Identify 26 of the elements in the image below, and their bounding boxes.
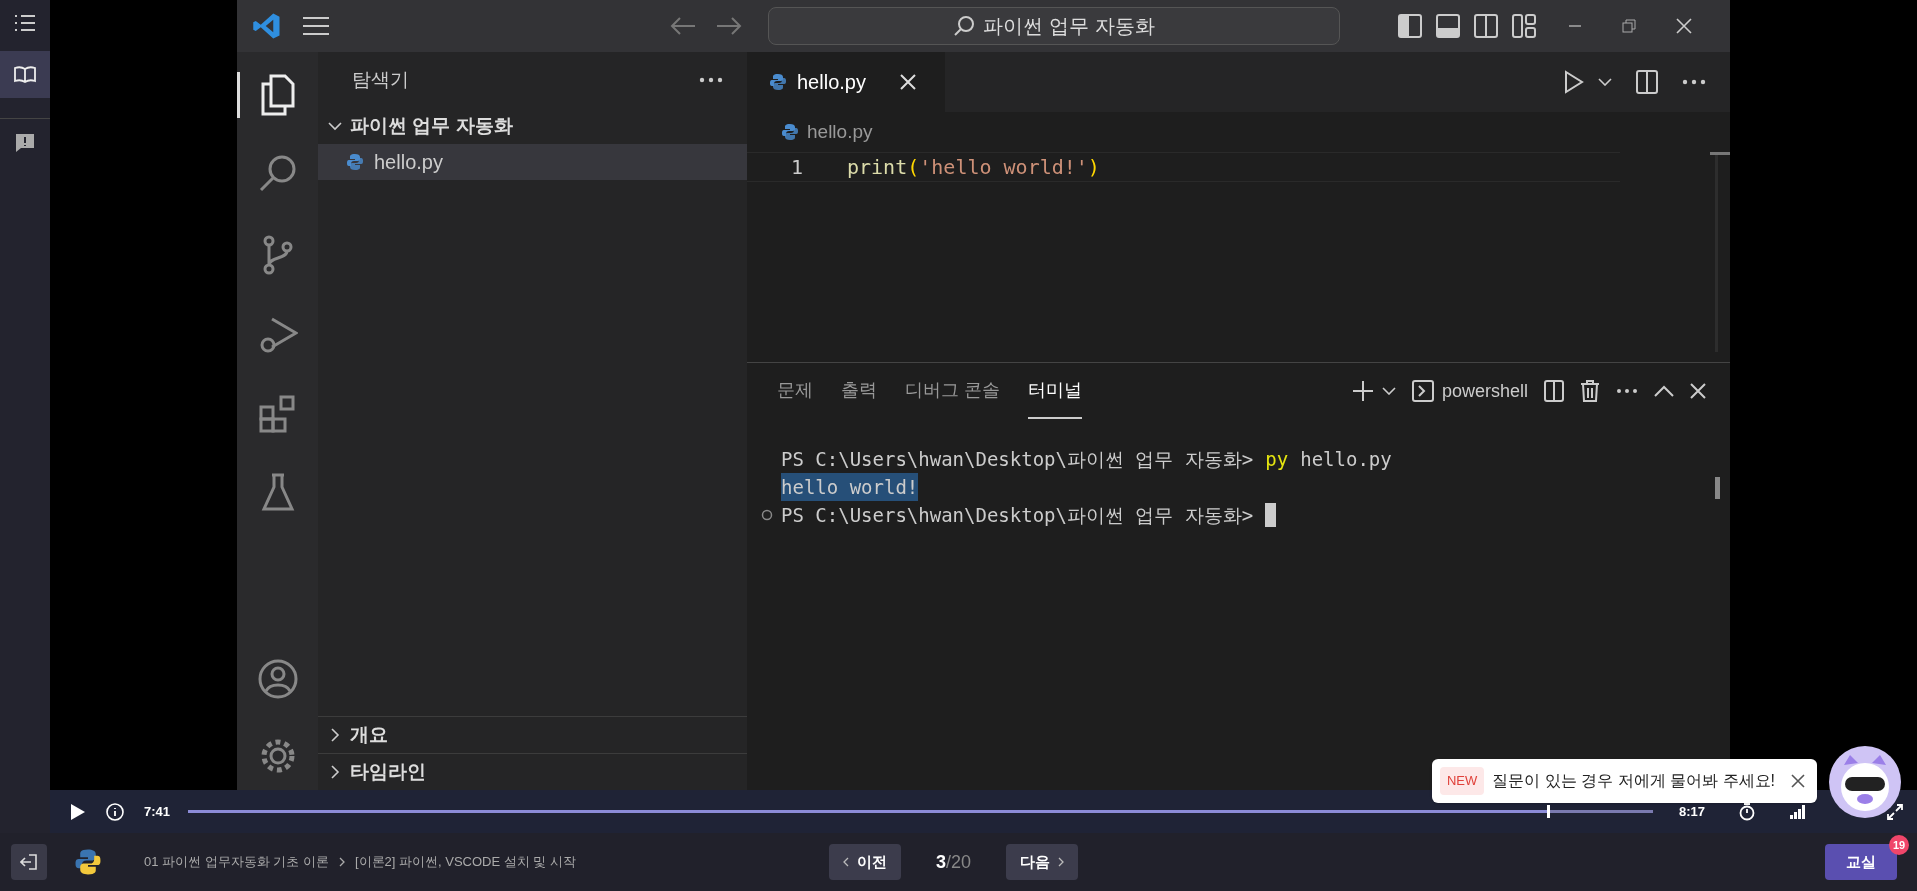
- terminal-line: PS C:\Users\hwan\Desktop\파이썬 업무 자동화>: [781, 502, 1254, 528]
- terminal-line: PS C:\Users\hwan\Desktop\파이썬 업무 자동화> py hello.py: [781, 446, 1392, 472]
- duration-time: 8:17: [1679, 802, 1706, 821]
- panel-tab[interactable]: 터미널: [1028, 363, 1082, 419]
- elapsed-time: 7:41: [144, 802, 172, 821]
- search-field[interactable]: 파이썬 업무 자동화: [768, 7, 1340, 45]
- notice-text: 질문이 있는 경우 저에게 물어봐 주세요!: [1492, 771, 1775, 791]
- panel-tab[interactable]: 문제: [777, 363, 813, 419]
- notification-badge: 19: [1889, 835, 1909, 855]
- panel-tab[interactable]: 디버그 콘솔: [905, 363, 1000, 419]
- breadcrumb-item[interactable]: 01 파이썬 업무자동화 기초 이론: [144, 852, 329, 872]
- line-number: 1: [789, 154, 803, 181]
- next-button[interactable]: 다음: [1006, 844, 1079, 880]
- code-line: print('hello world!'): [847, 154, 1100, 181]
- explorer-title: 탐색기: [352, 67, 409, 92]
- terminal-shell-selector[interactable]: powershell: [1411, 377, 1528, 405]
- breadcrumb-item[interactable]: [이론2] 파이썬, VSCODE 설치 및 시작: [354, 852, 576, 872]
- file-row[interactable]: hello.py: [318, 144, 747, 180]
- previous-button[interactable]: 이전: [829, 844, 901, 880]
- breadcrumb[interactable]: hello.py: [807, 117, 873, 147]
- new-badge: NEW: [1440, 767, 1485, 795]
- editor-tab[interactable]: hello.py: [747, 52, 945, 112]
- folder-row[interactable]: 파이썬 업무 자동화: [318, 108, 747, 144]
- section-header[interactable]: 개요: [318, 716, 747, 753]
- panel-tab[interactable]: 출력: [841, 363, 877, 419]
- page-indicator: 3/20: [936, 850, 972, 874]
